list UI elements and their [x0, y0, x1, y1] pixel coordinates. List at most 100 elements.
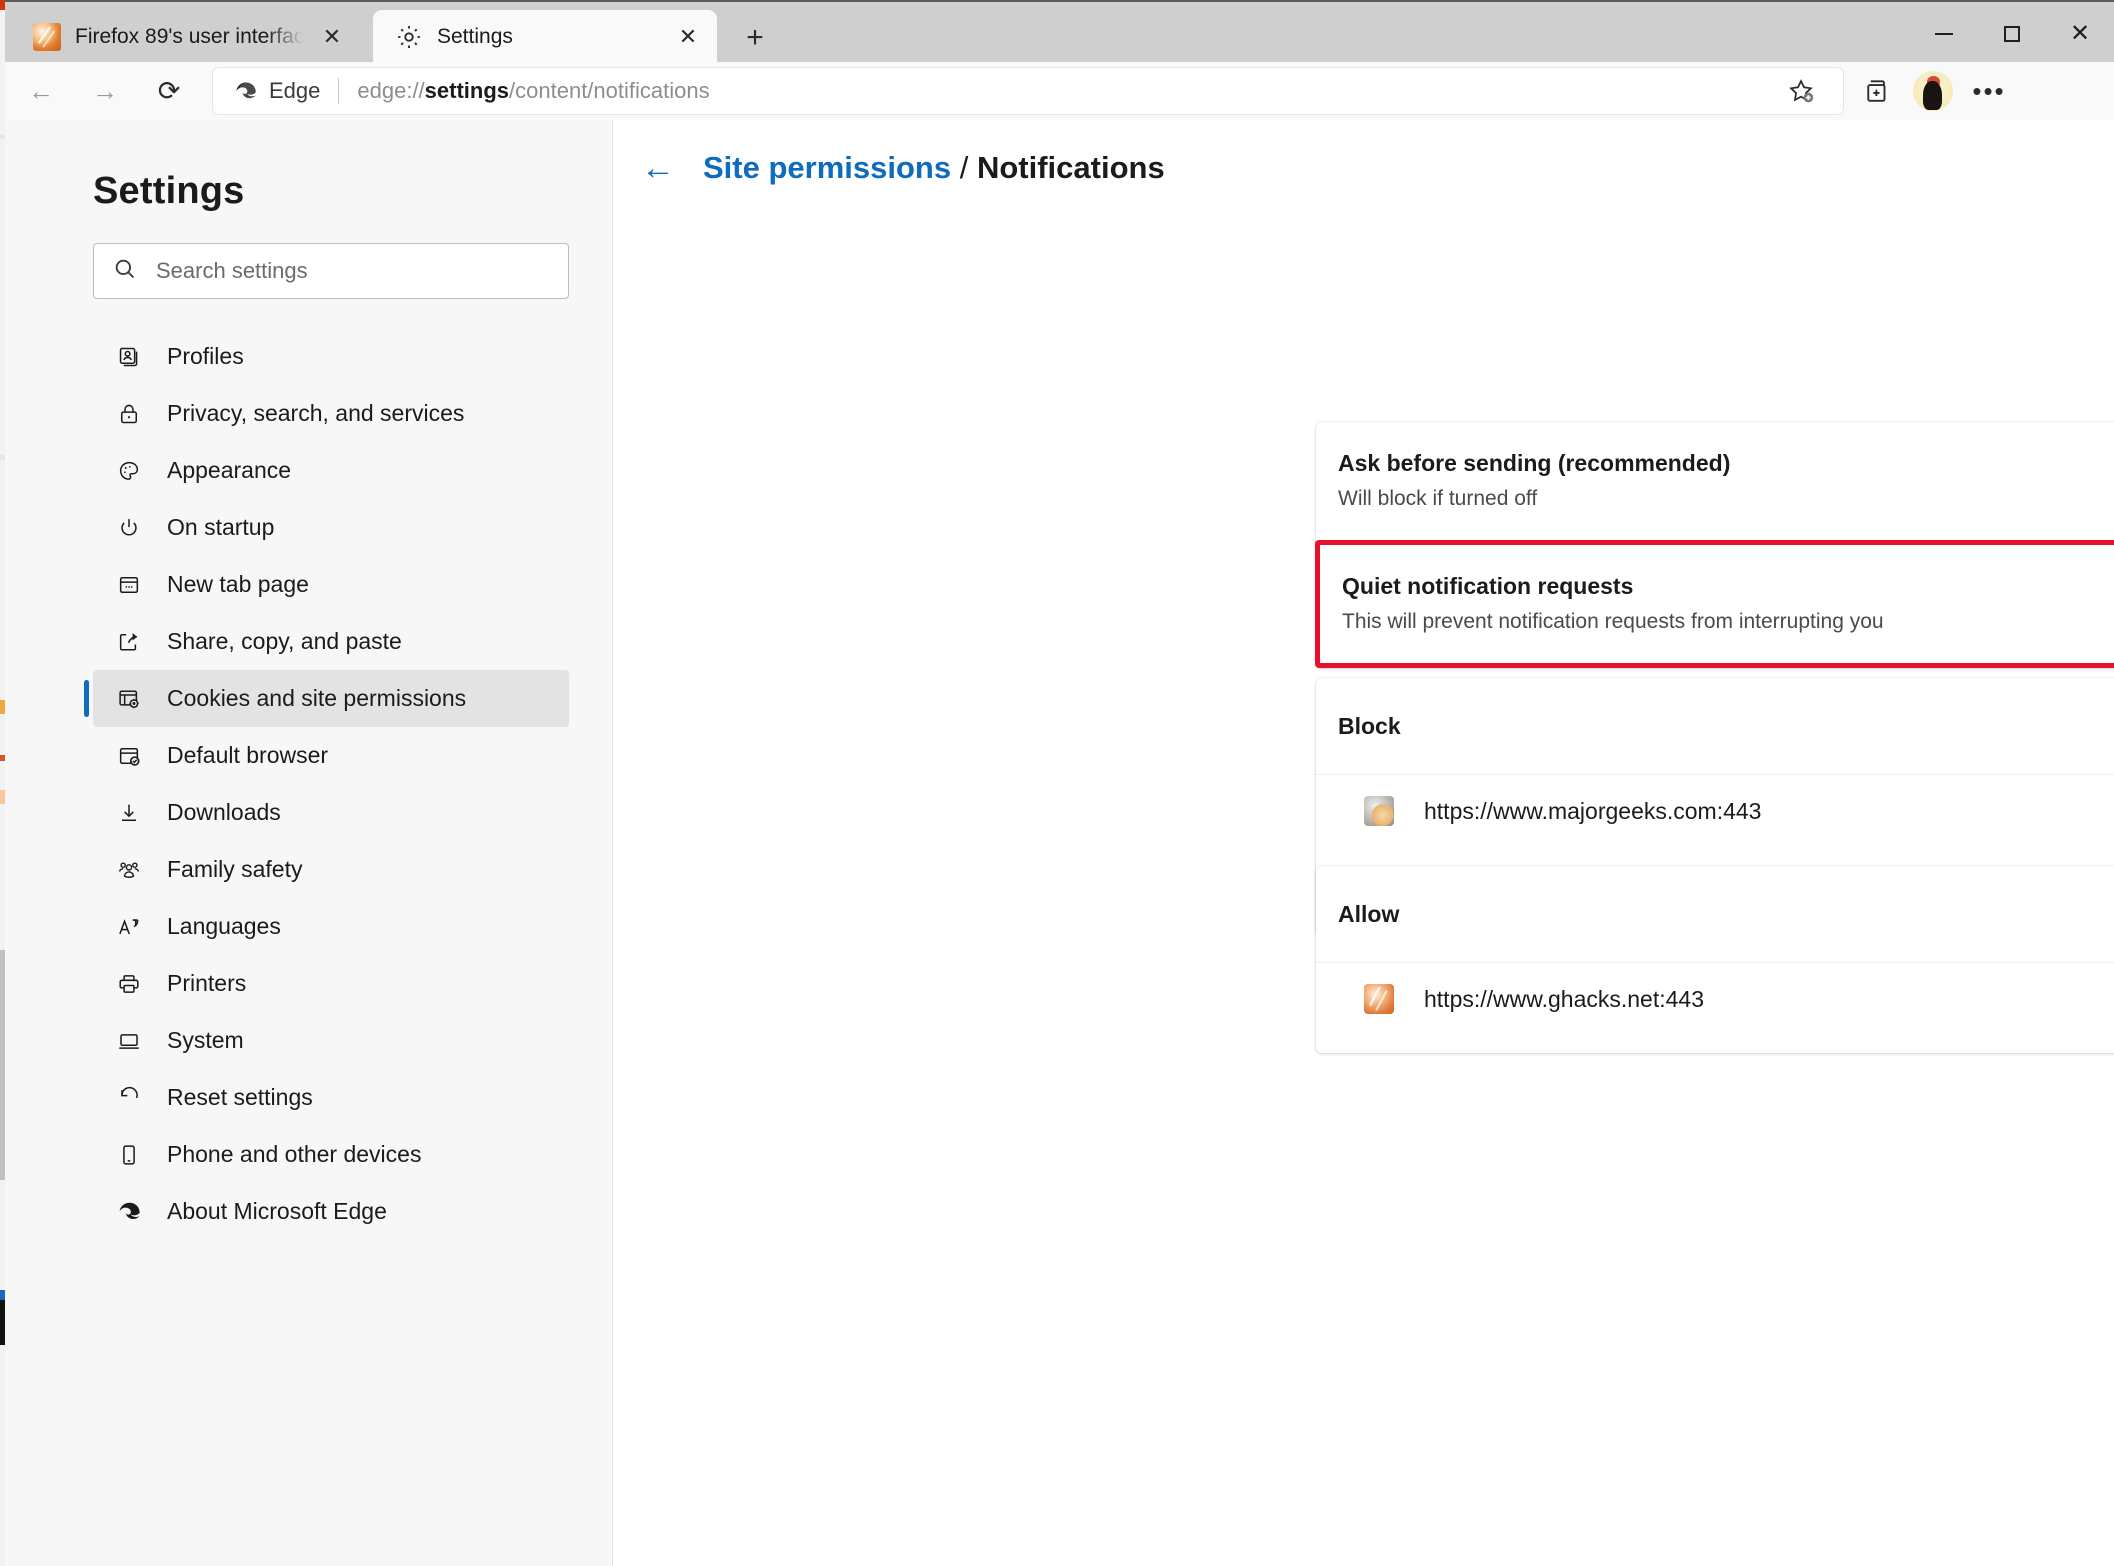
breadcrumb-separator: / [960, 150, 969, 185]
sidebar-item-label: Default browser [167, 742, 328, 769]
browser-window: Firefox 89's user interface will be ✕ Se… [0, 0, 2114, 1566]
profile-avatar[interactable] [1905, 68, 1961, 114]
sidebar-item-label: Downloads [167, 799, 281, 826]
maximize-button[interactable] [1978, 4, 2046, 64]
sidebar-item-downloads[interactable]: Downloads [93, 784, 569, 841]
sidebar-item-cookies-and-site-permissions[interactable]: Cookies and site permissions [93, 670, 569, 727]
sidebar-item-label: Privacy, search, and services [167, 400, 464, 427]
sidebar-item-printers[interactable]: Printers [93, 955, 569, 1012]
sidebar-item-appearance[interactable]: Appearance [93, 442, 569, 499]
search-input[interactable] [156, 258, 550, 284]
default-browser-icon [115, 742, 143, 770]
close-window-button[interactable]: ✕ [2046, 4, 2114, 64]
reload-button[interactable]: ⟳ [141, 69, 197, 113]
reset-icon [115, 1084, 143, 1112]
phone-icon [115, 1141, 143, 1169]
settings-page: Settings [5, 120, 2114, 1566]
site-url: https://www.majorgeeks.com:443 [1424, 798, 2114, 825]
sidebar-item-label: Printers [167, 970, 246, 997]
toolbar-right-actions: ••• [1849, 68, 2017, 114]
sidebar-item-reset-settings[interactable]: Reset settings [93, 1069, 569, 1126]
browser-more-menu-icon[interactable]: ••• [1961, 68, 2017, 114]
sidebar-item-privacy-search-services[interactable]: Privacy, search, and services [93, 385, 569, 442]
languages-icon [115, 913, 143, 941]
ghacks-favicon [1364, 984, 1394, 1014]
page-title: Settings [93, 170, 245, 213]
new-tab-page-icon [115, 571, 143, 599]
system-icon [115, 1027, 143, 1055]
setting-subtitle: Will block if turned off [1338, 484, 2114, 514]
majorgeeks-favicon [1364, 796, 1394, 826]
lock-icon [115, 400, 143, 428]
edge-chip: Edge [233, 78, 320, 104]
back-arrow-icon[interactable]: ← [641, 151, 675, 185]
cookies-site-permissions-icon [115, 685, 143, 713]
breadcrumb-current: Notifications [977, 150, 1165, 185]
tab-settings[interactable]: Settings ✕ [373, 10, 717, 64]
settings-content: ← Site permissions / Notifications Ask b… [614, 120, 2114, 1566]
family-safety-icon [115, 856, 143, 884]
close-icon[interactable]: ✕ [673, 22, 703, 52]
allow-list-header: Allow Add [1316, 866, 2114, 963]
notification-settings-card: Ask before sending (recommended) Will bl… [1316, 422, 2114, 668]
printer-icon [115, 970, 143, 998]
minimize-button[interactable] [1910, 4, 1978, 64]
sidebar-item-label: System [167, 1027, 244, 1054]
window-controls: ✕ [1910, 4, 2114, 64]
sidebar-item-label: Appearance [167, 457, 291, 484]
list-item[interactable]: https://www.majorgeeks.com:443 ••• [1316, 775, 2114, 847]
setting-title: Quiet notification requests [1342, 571, 2114, 601]
breadcrumb-parent-link[interactable]: Site permissions [703, 150, 951, 185]
sidebar-item-label: About Microsoft Edge [167, 1198, 387, 1225]
quiet-notification-requests-row: Quiet notification requests This will pr… [1315, 540, 2114, 668]
address-bar-actions [1773, 68, 1829, 114]
tab-strip: Firefox 89's user interface will be ✕ Se… [5, 0, 2114, 62]
breadcrumb: ← Site permissions / Notifications [641, 150, 1165, 186]
sidebar-item-label: Languages [167, 913, 281, 940]
firefox-favicon [33, 23, 61, 51]
block-heading: Block [1338, 713, 1401, 740]
search-settings-box[interactable] [93, 243, 569, 299]
sidebar-item-label: On startup [167, 514, 274, 541]
sidebar-item-languages[interactable]: Languages [93, 898, 569, 955]
sidebar-item-about-microsoft-edge[interactable]: About Microsoft Edge [93, 1183, 569, 1240]
sidebar-item-family-safety[interactable]: Family safety [93, 841, 569, 898]
settings-sidebar: Settings [5, 120, 613, 1566]
sidebar-item-label: Phone and other devices [167, 1141, 421, 1168]
new-tab-button[interactable]: + [735, 18, 775, 58]
add-favorite-icon[interactable] [1773, 68, 1829, 114]
power-icon [115, 514, 143, 542]
sidebar-item-system[interactable]: System [93, 1012, 569, 1069]
sidebar-item-phone-and-other-devices[interactable]: Phone and other devices [93, 1126, 569, 1183]
settings-nav-list: Profiles Privacy, search, and services [93, 328, 569, 1240]
palette-icon [115, 457, 143, 485]
sidebar-item-share-copy-paste[interactable]: Share, copy, and paste [93, 613, 569, 670]
address-bar[interactable]: Edge edge://settings/content/notificatio… [213, 68, 1843, 114]
omnibox-divider [338, 78, 339, 104]
forward-button[interactable]: → [77, 69, 133, 113]
breadcrumb-text: Site permissions / Notifications [703, 150, 1165, 186]
back-button[interactable]: ← [13, 69, 69, 113]
sidebar-item-label: Cookies and site permissions [167, 685, 466, 712]
gear-favicon [395, 23, 423, 51]
url-text: edge://settings/content/notifications [357, 78, 709, 104]
sidebar-item-new-tab-page[interactable]: New tab page [93, 556, 569, 613]
profiles-icon [115, 343, 143, 371]
setting-subtitle: This will prevent notification requests … [1342, 607, 2114, 637]
block-list-header: Block Add [1316, 678, 2114, 775]
edge-chip-label: Edge [269, 78, 320, 104]
tab-firefox-article[interactable]: Firefox 89's user interface will be ✕ [11, 10, 361, 64]
sidebar-item-label: Profiles [167, 343, 244, 370]
sidebar-item-on-startup[interactable]: On startup [93, 499, 569, 556]
list-item[interactable]: https://www.ghacks.net:443 ••• [1316, 963, 2114, 1035]
sidebar-item-profiles[interactable]: Profiles [93, 328, 569, 385]
collections-icon[interactable] [1849, 68, 1905, 114]
site-url: https://www.ghacks.net:443 [1424, 986, 2114, 1013]
ask-before-sending-row: Ask before sending (recommended) Will bl… [1316, 422, 2114, 540]
search-icon [112, 256, 138, 287]
sidebar-item-label: New tab page [167, 571, 309, 598]
sidebar-item-default-browser[interactable]: Default browser [93, 727, 569, 784]
sidebar-item-label: Share, copy, and paste [167, 628, 402, 655]
close-icon[interactable]: ✕ [317, 22, 347, 52]
background-window-sliver [0, 0, 5, 1566]
